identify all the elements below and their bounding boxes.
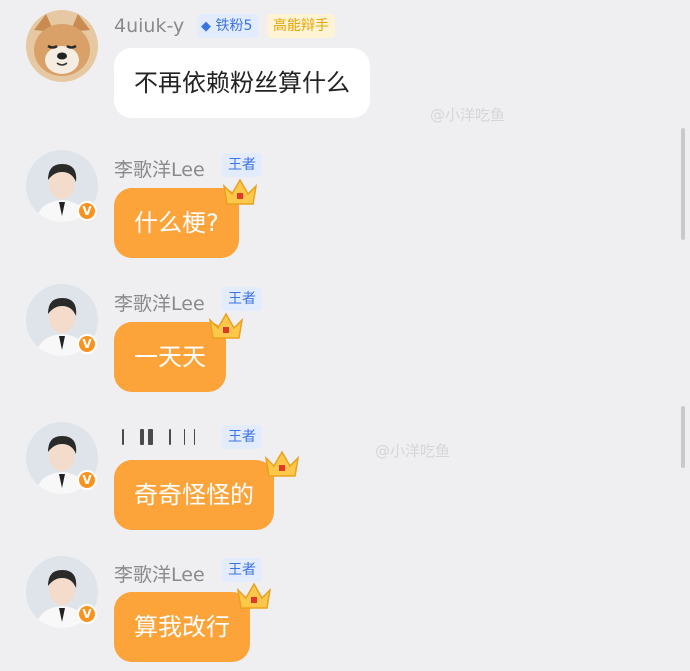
king-rank-badge: 王者	[222, 558, 262, 582]
shiba-dog-avatar-icon	[26, 10, 98, 82]
scroll-indicator[interactable]	[681, 406, 685, 468]
username[interactable]: 李歌洋Lee	[114, 289, 205, 316]
username[interactable]: 李歌洋Lee	[114, 155, 205, 182]
king-rank-badge: 王者	[222, 425, 262, 449]
message-bubble[interactable]: 不再依赖粉丝算什么	[114, 48, 370, 118]
scroll-indicator[interactable]	[681, 128, 685, 240]
fan-level-badge: ◆ 铁粉5	[197, 14, 259, 38]
crown-icon	[222, 178, 258, 205]
king-rank-badge: 王者	[222, 153, 262, 177]
username[interactable]: 李歌洋Lee	[114, 560, 205, 587]
diamond-icon: ◆	[201, 19, 211, 34]
title-badge: 高能辩手	[267, 14, 335, 38]
username[interactable]: 4uiuk-y	[114, 15, 184, 37]
avatar[interactable]	[26, 10, 98, 82]
redacted-username	[114, 426, 214, 448]
verified-v-icon: V	[77, 334, 97, 354]
message-bubble[interactable]: 算我改行	[114, 592, 250, 662]
watermark: @小洋吃鱼	[430, 106, 506, 124]
crown-icon	[264, 450, 300, 477]
king-rank-badge: 王者	[222, 287, 262, 311]
message-bubble[interactable]: 奇奇怪怪的	[114, 460, 274, 530]
watermark: @小洋吃鱼	[375, 442, 451, 460]
crown-icon	[236, 582, 272, 609]
verified-v-icon: V	[77, 470, 97, 490]
fan-level-label: 铁粉5	[215, 18, 253, 34]
verified-v-icon: V	[77, 201, 97, 221]
verified-v-icon: V	[77, 604, 97, 624]
crown-icon	[208, 312, 244, 339]
